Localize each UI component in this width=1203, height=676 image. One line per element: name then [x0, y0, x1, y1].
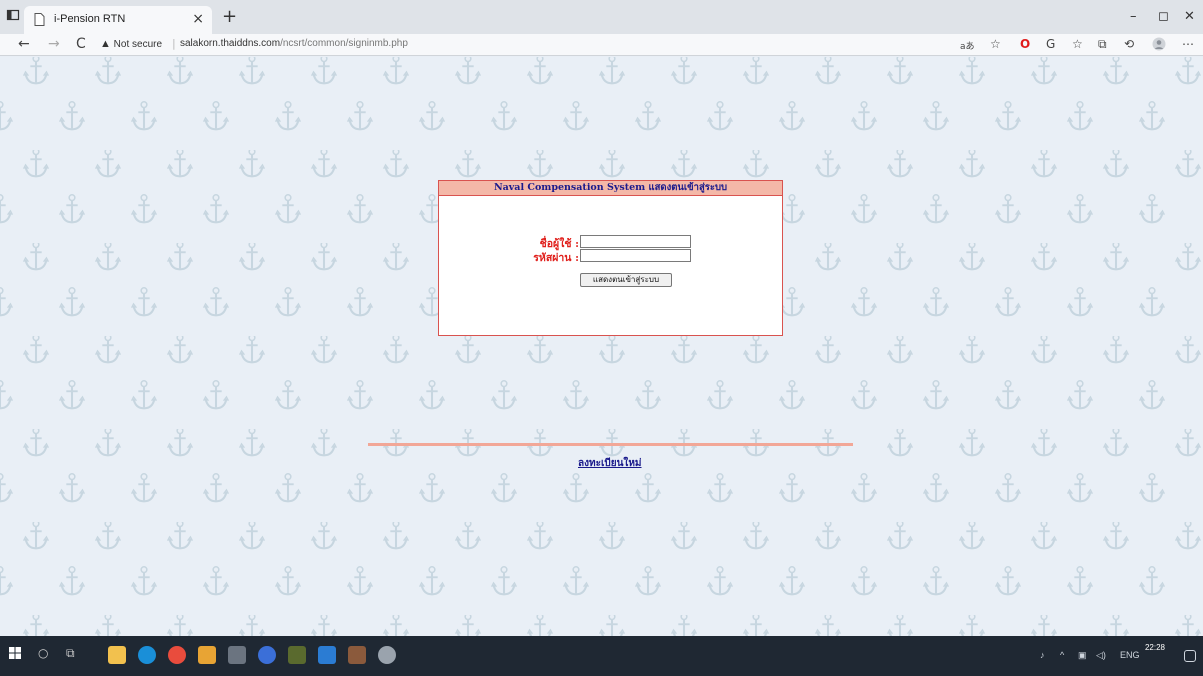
- refresh-button[interactable]: C: [76, 36, 86, 52]
- browser-tab-bar: i-Pension RTN × + – ◻ ✕: [0, 0, 1203, 34]
- page-icon: [34, 13, 46, 27]
- restore-button[interactable]: ◻: [1158, 9, 1169, 24]
- password-input[interactable]: [580, 249, 691, 262]
- security-label: Not secure: [113, 39, 163, 50]
- new-tab-button[interactable]: +: [222, 6, 237, 27]
- login-panel: Naval Compensation System แสดงตนเข้าสู่ร…: [438, 180, 783, 336]
- page-content: Naval Compensation System แสดงตนเข้าสู่ร…: [0, 57, 1203, 636]
- history-icon[interactable]: ⟲: [1124, 37, 1134, 51]
- browser-tab[interactable]: i-Pension RTN ×: [24, 6, 212, 34]
- volume-icon[interactable]: ◁): [1096, 650, 1106, 661]
- app-icon[interactable]: [228, 646, 246, 664]
- favorites-icon[interactable]: ☆: [1072, 37, 1083, 51]
- url-separator: |: [172, 37, 176, 50]
- notification-icon[interactable]: [1184, 650, 1196, 662]
- edge-icon[interactable]: [138, 646, 156, 664]
- word-icon[interactable]: [318, 646, 336, 664]
- opera-extension-icon[interactable]: O: [1020, 37, 1030, 51]
- url-path: /ncsrt/common/signinmb.php: [280, 38, 408, 49]
- warning-icon: ▲: [100, 38, 111, 50]
- app-icon[interactable]: [288, 646, 306, 664]
- login-submit-button[interactable]: แสดงตนเข้าสู่ระบบ: [580, 273, 672, 287]
- profile-avatar[interactable]: [1152, 37, 1166, 54]
- forward-button[interactable]: →: [48, 36, 60, 52]
- collections-icon[interactable]: ⧉: [1098, 37, 1107, 52]
- clock-time: 22:28: [1144, 643, 1165, 652]
- url-field[interactable]: salakorn.thaiddns.com/ncsrt/common/signi…: [180, 38, 408, 49]
- security-indicator[interactable]: ▲ Not secure: [100, 38, 162, 50]
- clock[interactable]: 22:28: [1145, 643, 1165, 653]
- app-icon[interactable]: [378, 646, 396, 664]
- task-view-icon[interactable]: ⧉: [66, 646, 84, 664]
- tab-title: i-Pension RTN: [54, 13, 126, 25]
- extension-icon[interactable]: G: [1046, 37, 1055, 51]
- tab-actions-icon[interactable]: [6, 8, 24, 24]
- url-host: salakorn.thaiddns.com: [180, 38, 281, 49]
- divider-line: [368, 443, 853, 446]
- app-icon[interactable]: [258, 646, 276, 664]
- more-menu-icon[interactable]: ⋯: [1182, 37, 1194, 51]
- back-button[interactable]: ←: [18, 36, 30, 52]
- username-input[interactable]: [580, 235, 691, 248]
- tray-expand-icon[interactable]: ^: [1060, 650, 1064, 660]
- search-icon[interactable]: ○: [38, 646, 56, 664]
- anchor-pattern-background: [0, 57, 1203, 636]
- close-window-button[interactable]: ✕: [1184, 9, 1195, 24]
- login-header: Naval Compensation System แสดงตนเข้าสู่ร…: [439, 181, 782, 196]
- app-icon[interactable]: [198, 646, 216, 664]
- start-icon[interactable]: [8, 646, 26, 664]
- windows-taskbar: ○ ⧉ ♪ ^ ▣ ◁) ENG 22:28: [0, 636, 1203, 676]
- network-icon[interactable]: ▣: [1078, 650, 1087, 661]
- system-tray-icon[interactable]: ♪: [1040, 650, 1045, 660]
- language-indicator[interactable]: ENG: [1120, 650, 1140, 660]
- register-link[interactable]: ลงทะเบียนใหม่: [578, 456, 642, 471]
- address-bar: ← → C ▲ Not secure | salakorn.thaiddns.c…: [0, 34, 1203, 56]
- favorite-add-icon[interactable]: ☆: [990, 37, 1001, 51]
- minimize-button[interactable]: –: [1130, 9, 1137, 24]
- app-icon[interactable]: [348, 646, 366, 664]
- read-aloud-icon[interactable]: aあ: [960, 39, 975, 52]
- chrome-icon[interactable]: [168, 646, 186, 664]
- close-tab-icon[interactable]: ×: [192, 11, 204, 27]
- username-row: ชื่อผู้ใช้ :: [439, 235, 784, 250]
- password-row: รหัสผ่าน :: [439, 249, 784, 264]
- password-label: รหัสผ่าน :: [533, 252, 579, 264]
- file-explorer-icon[interactable]: [108, 646, 126, 664]
